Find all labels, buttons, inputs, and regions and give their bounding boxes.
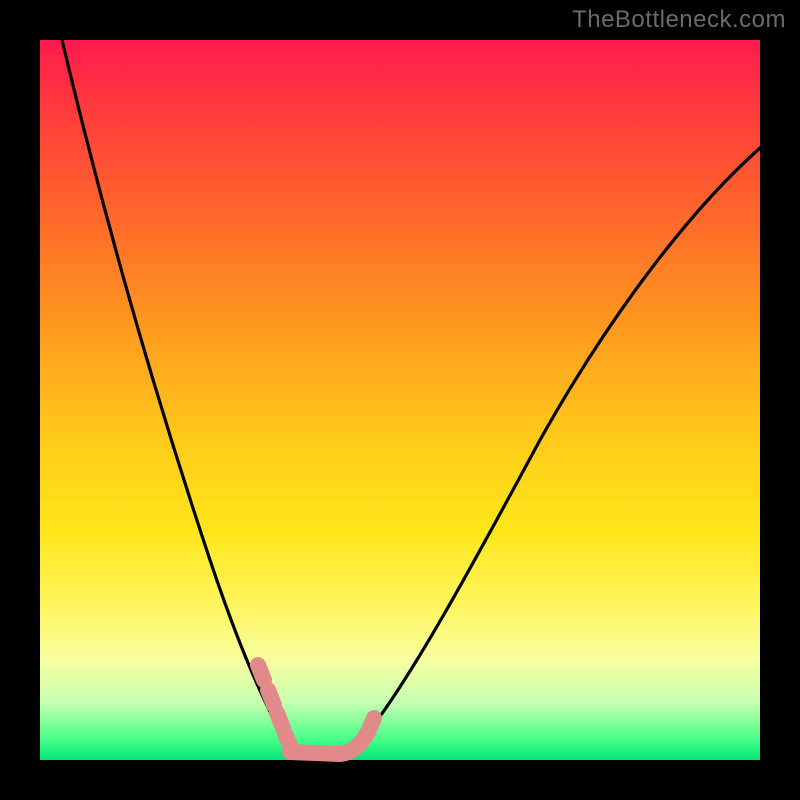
plot-area <box>40 40 760 760</box>
bottleneck-curve <box>62 40 760 756</box>
highlight-band <box>258 665 374 754</box>
chart-frame: TheBottleneck.com <box>0 0 800 800</box>
curve-layer <box>40 40 760 760</box>
watermark-text: TheBottleneck.com <box>572 6 786 34</box>
